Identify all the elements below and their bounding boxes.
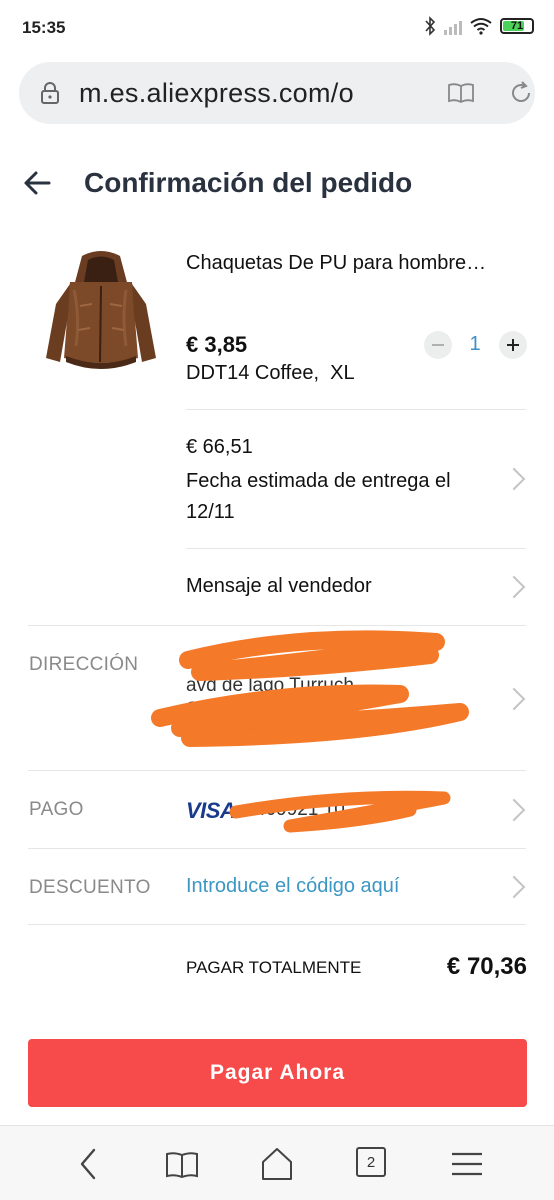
battery-icon: 71 <box>500 18 534 34</box>
address-bar[interactable]: m.es.aliexpress.com/o <box>19 62 535 124</box>
divider <box>28 924 526 925</box>
discount-label: DESCUENTO <box>29 877 151 898</box>
chevron-right-icon <box>508 466 522 492</box>
seller-message-label: Mensaje al vendedor <box>186 575 372 597</box>
chevron-right-icon <box>508 574 522 600</box>
tabs-count-button[interactable]: 2 <box>356 1147 386 1177</box>
chevron-right-icon <box>508 874 522 900</box>
divider <box>28 625 526 626</box>
address-line: avd de lago Turruch <box>186 675 354 696</box>
coupon-code-link[interactable]: Introduce el código aquí <box>186 875 400 898</box>
address-text: A ey avd de lago Turruch S A Co… ES <box>186 650 496 746</box>
page-header: Confirmación del pedido <box>0 150 554 220</box>
bookmarks-icon[interactable] <box>164 1146 200 1182</box>
menu-icon[interactable] <box>449 1146 485 1182</box>
total-amount: € 70,36 <box>446 953 527 980</box>
visa-logo: VISA <box>186 798 236 823</box>
quantity-decrease-button[interactable] <box>424 331 452 359</box>
pay-now-button[interactable]: Pagar Ahora <box>28 1039 527 1107</box>
chevron-right-icon <box>508 686 522 712</box>
address-line: S A Co… <box>186 699 264 720</box>
payment-label: PAGO <box>29 799 84 820</box>
battery-level: 71 <box>510 20 524 32</box>
reader-mode-icon[interactable] <box>447 82 475 104</box>
total-label: PAGAR TOTALMENTE <box>186 958 362 977</box>
delivery-estimate: Fecha estimada de entrega el 12/11 <box>186 470 451 523</box>
product-variant: DDT14 Coffee, XL <box>186 362 355 384</box>
quantity-value[interactable]: 1 <box>464 333 486 356</box>
address-label: DIRECCIÓN <box>29 654 139 675</box>
status-time: 15:35 <box>22 18 66 37</box>
browser-bottom-nav: 2 <box>0 1125 554 1200</box>
back-icon[interactable] <box>70 1146 106 1182</box>
home-icon[interactable] <box>259 1146 295 1182</box>
status-bar: 15:35 71 <box>0 0 554 56</box>
divider <box>28 770 526 771</box>
product-image[interactable] <box>40 246 162 382</box>
page-title: Confirmación del pedido <box>84 167 413 198</box>
divider <box>186 548 526 549</box>
divider <box>186 409 526 410</box>
address-line: ES <box>186 723 212 744</box>
reload-icon[interactable] <box>509 80 533 106</box>
signal-icon <box>444 17 462 35</box>
wifi-icon <box>470 18 492 35</box>
back-arrow-icon[interactable] <box>22 168 52 198</box>
chevron-right-icon <box>508 797 522 823</box>
product-price: € 3,85 <box>186 332 248 357</box>
card-number: 409921 10 <box>255 799 345 820</box>
lock-icon <box>41 82 59 104</box>
address-line: A ey <box>186 651 223 672</box>
shipping-price: € 66,51 <box>186 436 253 458</box>
product-name[interactable]: Chaquetas De PU para hombre… <box>186 252 506 275</box>
quantity-increase-button[interactable] <box>499 331 527 359</box>
bluetooth-icon <box>425 16 436 36</box>
url-text[interactable]: m.es.aliexpress.com/o <box>79 78 419 109</box>
divider <box>28 848 526 849</box>
status-icons: 71 <box>424 16 534 36</box>
